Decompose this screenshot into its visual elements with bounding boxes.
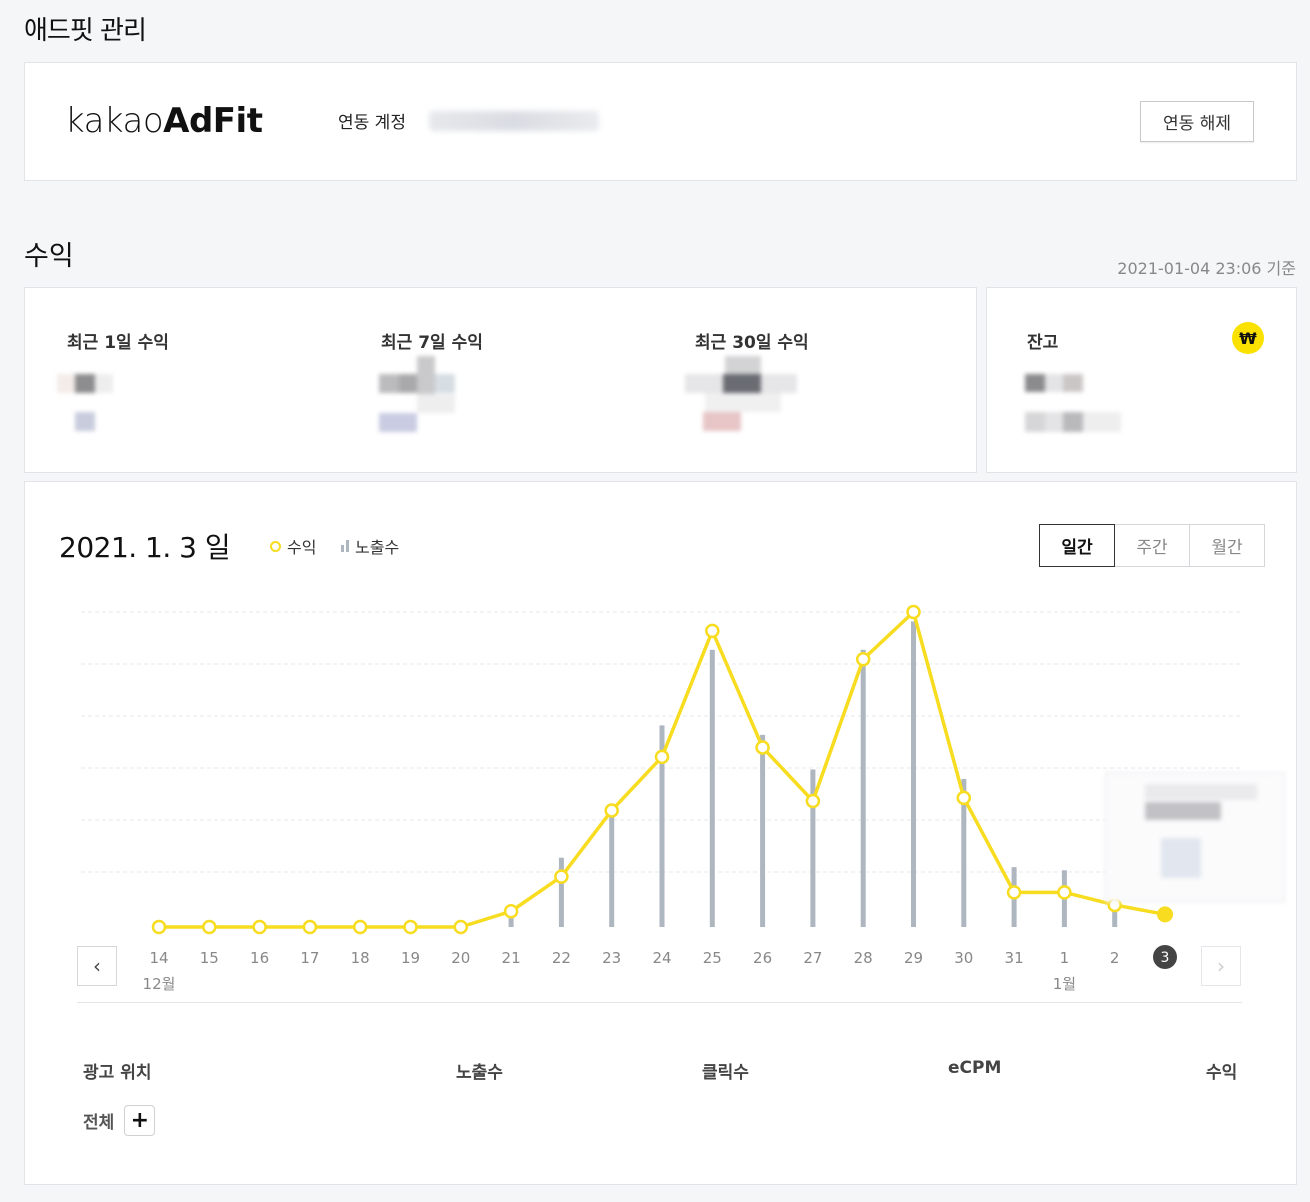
x-month-label: 12월 [143,975,176,993]
chevron-left-icon: ‹ [93,954,101,978]
chart-prev-button[interactable]: ‹ [77,946,117,986]
revenue-point [1057,885,1072,900]
x-tick-label: 23 [602,949,621,967]
x-tick-label: 24 [652,949,671,967]
x-tick-label: 20 [451,949,470,967]
balance-card: 잔고 ₩ [986,287,1297,473]
revenue-point [805,793,821,809]
chevron-right-icon: › [1217,954,1225,978]
table-row-total-label: 전체 [83,1113,115,1133]
x-tick-label: 31 [1005,949,1024,967]
x-tick-label: 22 [552,949,571,967]
kakao-adfit-logo: kakaoAdFit [65,101,263,141]
impression-bar [860,649,866,927]
impression-bar [508,917,514,927]
impression-bar [558,857,564,927]
revenue-point [151,919,167,935]
revenue-point [755,740,770,755]
revenue-point [604,803,619,818]
account-card: kakaoAdFit 연동 계정 연동 해제 [24,62,1297,181]
linked-account-label: 연동 계정 [338,113,406,133]
x-tick-label: 18 [351,949,370,967]
revenue-stats-card: 최근 1일 수익 최근 7일 수익 최근 30일 수익 [24,287,977,473]
x-tick-label: 26 [753,949,772,967]
x-tick-label: 30 [954,949,973,967]
revenue-point [453,919,469,935]
revenue-section-title: 수익 [24,241,74,272]
impression-bar [709,649,715,927]
impression-bar [609,807,615,927]
revenue-point [956,790,972,806]
revenue-point [403,919,418,935]
x-tick-label: 21 [502,949,521,967]
x-tick-label: 16 [250,949,269,967]
chart-card: 2021. 1. 3 일 수익 노출수 일간 주간 월간 14 15 16 17 18 1… [24,481,1297,1185]
x-tick-label: 25 [703,949,722,967]
revenue-point [1006,885,1022,900]
table-header-ecpm: eCPM [948,1058,1002,1078]
revenue-point [855,652,871,667]
table-header-clicks: 클릭수 [702,1063,749,1083]
won-icon: ₩ [1232,322,1264,354]
chart-divider [77,1002,1242,1003]
impression-bar [760,734,766,927]
table-row-total: 전체 + [83,1105,156,1136]
x-tick-label: 3 [1161,950,1170,966]
table-header-revenue: 수익 [1206,1063,1238,1083]
stat-label-1day: 최근 1일 수익 [67,333,169,353]
balance-label: 잔고 [1027,333,1059,353]
stat-label-7day: 최근 7일 수익 [381,333,483,353]
revenue-point [705,623,720,639]
linked-account-value-redacted [429,111,599,131]
x-tick-label: 19 [401,949,420,967]
x-tick-label: 27 [803,949,822,967]
x-tick-label: 29 [904,949,923,967]
x-tick-label: 15 [200,949,219,967]
x-month-label: 1월 [1053,975,1076,993]
table-header-impressions: 노출수 [456,1063,503,1083]
chart-next-button[interactable]: › [1201,946,1241,986]
revenue-point [503,904,519,919]
revenue-point [252,919,267,935]
stat-label-30day: 최근 30일 수익 [695,333,809,353]
x-tick-label: 17 [300,949,319,967]
x-tick-label: 14 [149,949,168,967]
page-title: 애드핏 관리 [24,16,147,46]
revenue-point [302,919,318,935]
revenue-point [654,749,670,765]
x-tick-label: 1 [1060,949,1070,967]
x-tick-label: 2 [1110,949,1120,967]
table-header-ad-position: 광고 위치 [83,1063,152,1083]
revenue-point [554,869,569,884]
revenue-point [202,919,217,935]
revenue-point [906,604,921,620]
impression-bar [911,621,916,927]
revenue-point [352,919,368,935]
unlink-button[interactable]: 연동 해제 [1140,101,1254,142]
chart-tooltip-redacted [1105,772,1285,912]
expand-button[interactable]: + [124,1105,156,1136]
revenue-timestamp: 2021-01-04 23:06 기준 [1117,259,1296,278]
x-tick-label: 28 [854,949,873,967]
tab-daily[interactable]: 일간 [1039,524,1115,567]
